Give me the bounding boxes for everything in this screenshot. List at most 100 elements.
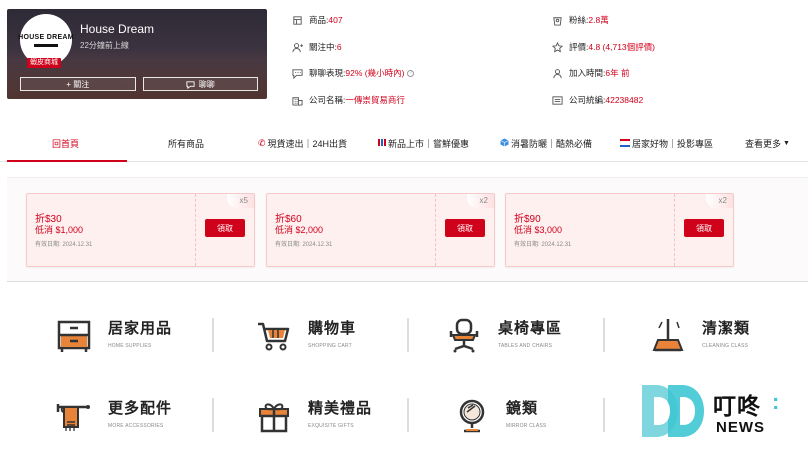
stat-joined-value: 6年 前 — [605, 68, 630, 78]
watermark: 叮咚 : NEWS — [640, 383, 808, 443]
watermark-colon: : — [772, 389, 780, 414]
claim-button[interactable]: 領取 — [445, 219, 485, 237]
fans-icon — [552, 15, 563, 26]
category-subtitle: MIRROR CLASS — [506, 423, 547, 429]
gift-box-icon — [254, 396, 294, 436]
office-chair-icon — [444, 316, 484, 356]
drawer-cabinet-icon — [54, 316, 94, 356]
id-card-icon — [552, 95, 563, 106]
caret-down-icon: ▼ — [783, 140, 790, 147]
tab-more-label: 查看更多 — [745, 139, 782, 149]
stat-products-value: 407 — [328, 15, 343, 25]
voucher-divider — [435, 194, 436, 266]
category-title: 桌椅專區 — [498, 320, 563, 337]
voucher-expiry: 有效日期: 2024.12.31 — [35, 242, 93, 248]
voucher-count: x2 — [706, 194, 733, 208]
tab-more[interactable]: 查看更多 ▼ — [745, 137, 790, 150]
tab-home-goods[interactable]: 居家好物｜投影專區 — [619, 137, 714, 150]
voucher-section: 折$30 低消 $1,000 有效日期: 2024.12.31 領取 x5 折$… — [7, 177, 808, 282]
stat-taxid: 公司統編: 42238482 — [552, 94, 643, 106]
voucher-card: 折$60 低消 $2,000 有效日期: 2024.12.31 領取 x2 — [266, 193, 495, 267]
tab-new-arrivals[interactable]: 新品上市｜嘗鮮優惠 — [378, 137, 469, 150]
tab-summer-label: 消暑防曬｜酷熱必備 — [511, 139, 593, 149]
stat-joined-label: 加入時間: — [569, 68, 606, 78]
phone-icon: ✆ — [258, 138, 266, 148]
chat-bubble-icon — [186, 80, 195, 89]
logo-underline — [34, 43, 58, 47]
stat-chat: 聊聊表現: 92% (幾小時內) ? — [292, 67, 415, 79]
shopping-cart-icon — [254, 316, 294, 356]
category-title: 購物車 — [308, 320, 357, 337]
category-accessories[interactable]: 更多配件 MORE ACCESSORIES — [54, 396, 172, 436]
category-shopping-cart[interactable]: 購物車 SHOPPING CART — [254, 316, 356, 356]
watermark-title: 叮咚 — [713, 393, 761, 419]
stat-following: 關注中: 6 — [292, 41, 342, 53]
claim-button[interactable]: 領取 — [684, 219, 724, 237]
voucher-divider — [674, 194, 675, 266]
chat-bubble-icon — [292, 68, 303, 79]
stat-fans-value: 2.8萬 — [588, 15, 609, 25]
tab-home-goods-label: 居家好物｜投影專區 — [632, 139, 714, 149]
stat-products: 商品: 407 — [292, 14, 343, 26]
watermark-logo-icon — [642, 385, 704, 437]
voucher-min-spend: 低消 $2,000 — [275, 225, 324, 235]
category-title: 清潔類 — [702, 320, 751, 337]
mall-badge: 蝦皮商城 — [27, 58, 61, 68]
tab-home-label: 回首頁 — [52, 139, 80, 149]
help-icon[interactable]: ? — [407, 69, 415, 77]
category-subtitle: MORE ACCESSORIES — [108, 423, 164, 429]
cube-icon — [500, 138, 509, 149]
voucher-divider — [195, 194, 196, 266]
voucher-card: 折$90 低消 $3,000 有效日期: 2024.12.31 領取 x2 — [505, 193, 734, 267]
category-subtitle: CLEANING CLASS — [702, 343, 749, 349]
stat-following-value: 6 — [336, 42, 342, 52]
shop-nav: 回首頁 所有商品 ✆ 現貨速出｜24H出貨 新品上市｜嘗鮮優惠 消暑防曬｜酷熱必… — [0, 127, 808, 162]
claim-button[interactable]: 領取 — [205, 219, 245, 237]
chat-label: 聊聊 — [198, 79, 215, 89]
voucher-count: x2 — [467, 194, 494, 208]
logo-text: HOUSE DREAM — [18, 33, 74, 41]
star-icon — [552, 41, 563, 53]
tab-home[interactable]: 回首頁 — [52, 137, 79, 150]
tab-new-arrivals-label: 新品上市｜嘗鮮優惠 — [388, 139, 470, 149]
voucher-min-spend: 低消 $3,000 — [514, 225, 563, 235]
tab-all-products[interactable]: 所有商品 — [168, 137, 204, 150]
category-subtitle: EXQUISITE GIFTS — [308, 423, 354, 429]
category-title: 精美禮品 — [308, 400, 373, 417]
stat-taxid-value: 42238482 — [605, 95, 644, 105]
shop-actions: + 關注 聊聊 — [20, 77, 258, 91]
watermark-subtitle: NEWS — [716, 419, 765, 436]
category-cleaning[interactable]: 清潔類 CLEANING CLASS — [648, 316, 750, 356]
active-tab-indicator — [7, 160, 127, 162]
category-home-supplies[interactable]: 居家用品 HOME SUPPLIES — [54, 316, 172, 356]
stat-company-label: 公司名稱: — [309, 95, 346, 105]
flag-icon — [619, 138, 631, 149]
stat-rating: 評價: 4.8 (4,713個評價) — [552, 41, 655, 53]
category-separator — [407, 398, 409, 432]
category-subtitle: TABLES AND CHAIRS — [498, 343, 553, 349]
voucher-expiry: 有效日期: 2024.12.31 — [514, 242, 572, 248]
category-separator — [603, 318, 605, 352]
category-title: 更多配件 — [108, 400, 173, 417]
stat-company-value: 一傳崇貿易商行 — [345, 95, 405, 105]
category-separator — [603, 398, 605, 432]
follow-label: + 關注 — [66, 79, 90, 89]
building-icon — [292, 95, 303, 106]
voucher-expiry: 有效日期: 2024.12.31 — [275, 242, 333, 248]
category-tables-chairs[interactable]: 桌椅專區 TABLES AND CHAIRS — [444, 316, 562, 356]
user-icon — [552, 68, 563, 79]
tab-in-stock-label: 現貨速出｜24H出貨 — [267, 139, 348, 149]
chat-button[interactable]: 聊聊 — [142, 77, 258, 91]
category-mirrors[interactable]: 鏡類 MIRROR CLASS — [452, 396, 546, 436]
stat-taxid-label: 公司統編: — [569, 95, 606, 105]
stat-fans-label: 粉絲: — [569, 15, 589, 25]
category-separator — [212, 398, 214, 432]
mop-icon — [648, 316, 688, 356]
tab-summer[interactable]: 消暑防曬｜酷熱必備 — [500, 137, 592, 150]
stat-rating-label: 評價: — [569, 42, 589, 52]
tab-all-products-label: 所有商品 — [168, 139, 205, 149]
follow-button[interactable]: + 關注 — [20, 77, 136, 91]
stat-following-label: 關注中: — [309, 42, 337, 52]
category-gifts[interactable]: 精美禮品 EXQUISITE GIFTS — [254, 396, 372, 436]
tab-in-stock[interactable]: ✆ 現貨速出｜24H出貨 — [258, 137, 347, 150]
